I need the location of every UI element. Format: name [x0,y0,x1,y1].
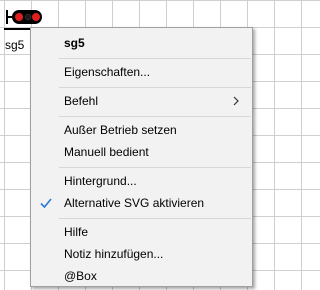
context-menu: sg5 Eigenschaften... Befehl Außer Betrie… [30,27,253,287]
menu-header: sg5 [31,32,252,54]
menu-item-label: Alternative SVG aktivieren [64,196,205,210]
menu-item-label: Hilfe [64,225,89,239]
menu-item-hilfe[interactable]: Hilfe [31,221,252,243]
menu-separator [59,167,251,168]
menu-item-manuell-bedient[interactable]: Manuell bedient [31,141,252,163]
menu-item-eigenschaften[interactable]: Eigenschaften... [31,61,252,83]
menu-separator [59,87,251,88]
menu-item-label: @Box [64,269,97,283]
menu-item-alternative-svg[interactable]: Alternative SVG aktivieren [31,192,252,214]
menu-item-notiz[interactable]: Notiz hinzufügen... [31,243,252,265]
menu-item-hintergrund[interactable]: Hintergrund... [31,170,252,192]
menu-separator [59,58,251,59]
menu-item-befehl[interactable]: Befehl [31,90,252,112]
menu-item-label: Eigenschaften... [64,65,151,79]
menu-item-box[interactable]: @Box [31,265,252,287]
menu-item-label: Manuell bedient [64,145,149,159]
menu-item-label: Notiz hinzufügen... [64,247,164,261]
checkmark-icon [40,198,52,209]
menu-header-label: sg5 [64,36,85,50]
menu-item-label: Befehl [64,94,99,108]
signal-label: sg5 [5,38,25,52]
menu-separator [59,116,251,117]
menu-item-label: Außer Betrieb setzen [64,123,177,137]
menu-item-label: Hintergrund... [64,174,137,188]
chevron-right-icon [233,96,239,106]
menu-item-ausser-betrieb[interactable]: Außer Betrieb setzen [31,119,252,141]
menu-separator [59,218,251,219]
